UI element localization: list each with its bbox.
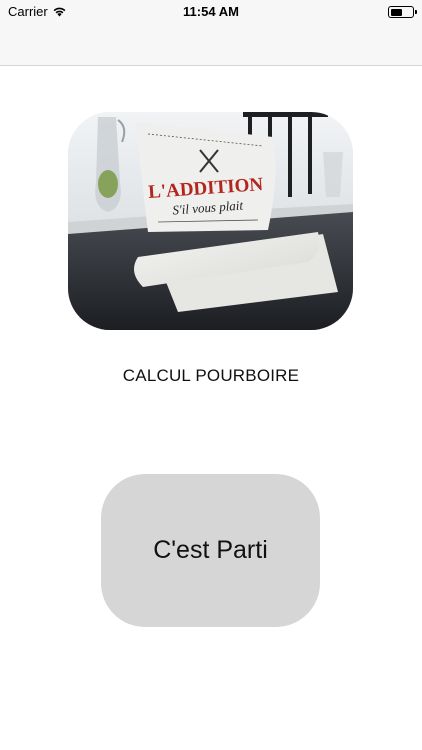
status-time: 11:54 AM [183, 4, 239, 19]
navigation-bar [0, 24, 422, 66]
battery-fill [390, 8, 403, 16]
page-title: CALCUL POURBOIRE [122, 366, 300, 385]
battery-icon [388, 6, 417, 18]
hero-image: L'ADDITION S'il vous plait [68, 112, 353, 330]
start-button[interactable]: C'est Parti [101, 474, 320, 627]
restaurant-table-illustration: L'ADDITION S'il vous plait [68, 112, 353, 330]
status-bar: Carrier 11:54 AM [0, 0, 422, 24]
